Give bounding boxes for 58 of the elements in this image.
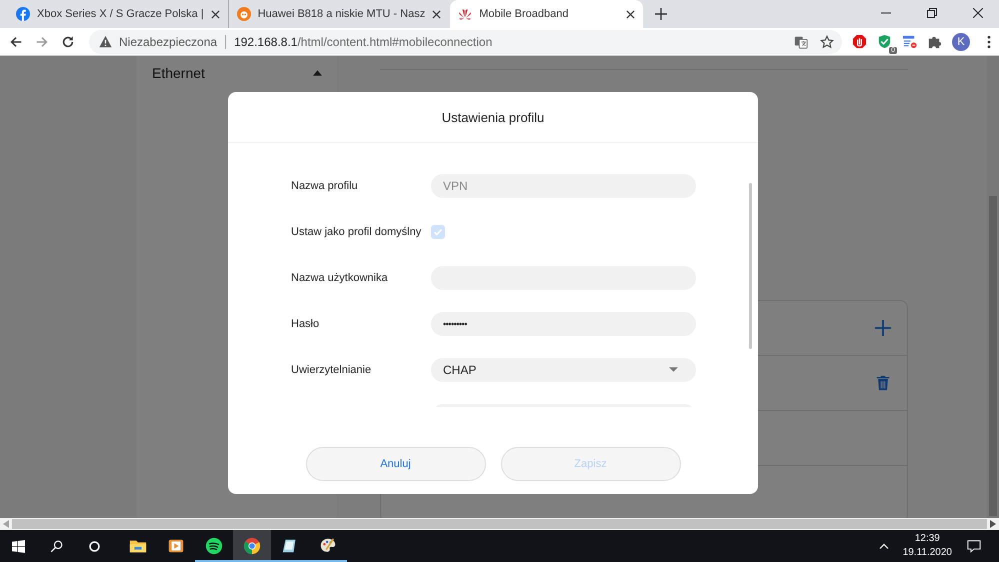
close-icon[interactable] bbox=[973, 8, 983, 18]
shield-check-icon[interactable] bbox=[877, 34, 892, 49]
start-icon[interactable] bbox=[12, 540, 25, 552]
taskbar-app[interactable] bbox=[233, 530, 271, 562]
security-label: Niezabezpieczona bbox=[119, 34, 218, 48]
tab-title: Mobile Broadband bbox=[479, 8, 570, 20]
sidebar-label: Ethernet bbox=[152, 65, 205, 81]
translate-icon[interactable] bbox=[794, 34, 808, 48]
stop-hand-icon[interactable] bbox=[852, 34, 867, 49]
add-icon[interactable] bbox=[875, 320, 891, 336]
field-label: Nazwa użytkownika bbox=[291, 272, 389, 284]
field-label: Ustaw jako profil domyślny bbox=[291, 226, 422, 238]
field-label: Nazwa profilu bbox=[291, 180, 359, 192]
media-player-icon bbox=[167, 537, 185, 555]
search-icon[interactable] bbox=[50, 540, 63, 552]
new-tab-icon[interactable] bbox=[655, 8, 668, 20]
clock[interactable]: 12:39 19.11.2020 bbox=[902, 532, 952, 560]
close-icon[interactable] bbox=[432, 10, 442, 18]
forward-icon[interactable] bbox=[35, 34, 49, 48]
spotify-icon bbox=[205, 537, 223, 555]
back-icon[interactable] bbox=[9, 34, 23, 48]
facebook-icon bbox=[16, 7, 30, 21]
browser-tab[interactable]: Mobile Broadband bbox=[450, 0, 644, 28]
field-label: Uwierzytelnianie bbox=[291, 364, 372, 376]
close-icon[interactable] bbox=[626, 10, 636, 18]
reload-icon[interactable] bbox=[61, 34, 75, 48]
chrome-icon bbox=[243, 537, 261, 555]
warning-icon bbox=[99, 35, 112, 48]
restore-icon[interactable] bbox=[927, 8, 937, 18]
url-text: 192.168.8.1/html/content.html#mobileconnection bbox=[234, 34, 494, 48]
trash-icon[interactable] bbox=[875, 375, 891, 391]
chevron-up-icon[interactable] bbox=[878, 543, 889, 549]
star-icon[interactable] bbox=[820, 34, 834, 48]
extensions-icon[interactable] bbox=[927, 34, 942, 49]
address-bar[interactable]: Niezabezpieczona 192.168.8.1/html/content.html#mobileconnection bbox=[89, 30, 842, 54]
scrollbar[interactable] bbox=[0, 518, 999, 530]
menu-icon[interactable] bbox=[987, 34, 991, 48]
tab-title: Xbox Series X / S Gracze Polska | bbox=[37, 8, 204, 20]
field-label: Hasło bbox=[291, 318, 320, 330]
forum-icon bbox=[236, 7, 251, 21]
close-icon[interactable] bbox=[210, 10, 220, 18]
cortana-icon[interactable] bbox=[88, 540, 101, 552]
caret-icon bbox=[669, 367, 678, 372]
clock-date: 19.11.2020 bbox=[902, 546, 952, 560]
clock-time: 12:39 bbox=[914, 532, 940, 546]
browser-tab[interactable]: Huawei B818 a niskie MTU - Nasz bbox=[228, 0, 450, 28]
flower-logo-icon bbox=[458, 7, 472, 21]
notification-icon[interactable] bbox=[967, 539, 981, 553]
sidebar-item[interactable]: Ethernet bbox=[137, 56, 337, 81]
palette-icon bbox=[319, 537, 337, 555]
tab-title: Huawei B818 a niskie MTU - Nasz bbox=[258, 8, 426, 20]
dialog-title: Ustawienia profilu bbox=[442, 110, 544, 124]
cancel-button[interactable]: Anuluj bbox=[306, 447, 486, 481]
profile-avatar[interactable]: K bbox=[952, 32, 970, 50]
password-field[interactable]: ••••••••• bbox=[431, 312, 696, 336]
dropdown-field[interactable]: CHAP bbox=[431, 358, 696, 382]
list-block-icon[interactable] bbox=[902, 34, 917, 49]
scroll-right-icon[interactable] bbox=[990, 520, 996, 528]
